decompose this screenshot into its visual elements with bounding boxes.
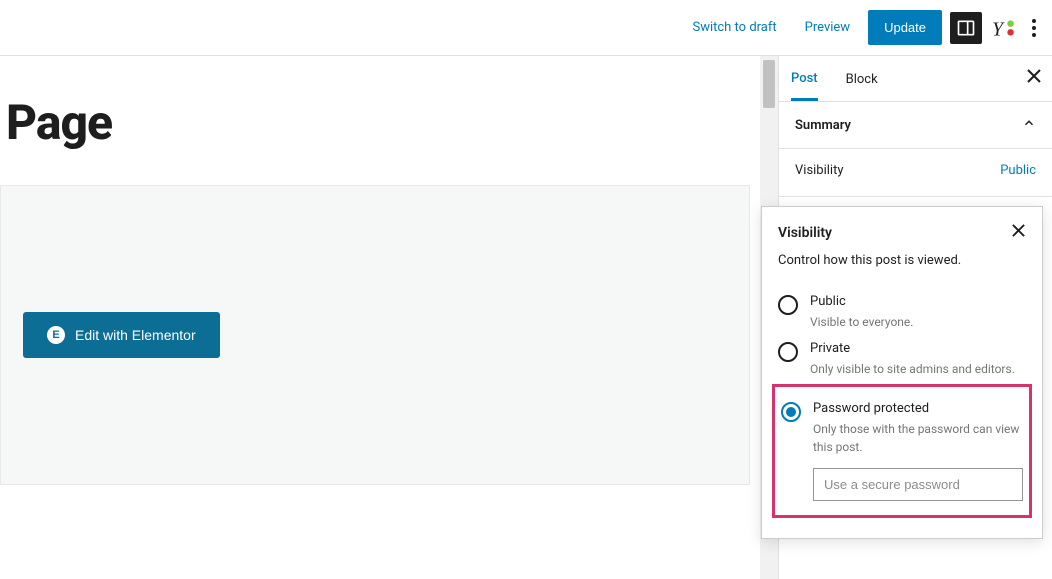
elementor-button-label: Edit with Elementor: [75, 327, 196, 343]
scrollbar-thumb[interactable]: [763, 60, 775, 108]
visibility-row-label: Visibility: [795, 163, 844, 178]
chevron-up-icon: [1022, 116, 1036, 134]
svg-text:Y: Y: [992, 19, 1005, 40]
preview-link[interactable]: Preview: [795, 14, 860, 41]
popover-title: Visibility: [778, 225, 832, 241]
close-sidebar-icon[interactable]: [1026, 68, 1042, 89]
visibility-option-public[interactable]: Public Visible to everyone.: [778, 284, 1026, 331]
visibility-option-private[interactable]: Private Only visible to site admins and …: [778, 331, 1026, 378]
visibility-option-password[interactable]: Password protected Only those with the p…: [781, 391, 1023, 456]
radio-public-desc: Visible to everyone.: [810, 313, 1026, 331]
popover-description: Control how this post is viewed.: [778, 253, 1026, 268]
radio-private[interactable]: [778, 342, 798, 362]
radio-password-label: Password protected: [813, 401, 1023, 416]
update-button[interactable]: Update: [868, 10, 942, 45]
radio-public[interactable]: [778, 295, 798, 315]
settings-sidebar: Post Block Summary Visibility Public Vis…: [778, 56, 1052, 579]
sidebar-tabs: Post Block: [779, 56, 1052, 102]
edit-with-elementor-button[interactable]: E Edit with Elementor: [23, 312, 220, 358]
more-options-icon[interactable]: [1024, 13, 1044, 43]
switch-to-draft-link[interactable]: Switch to draft: [682, 14, 786, 41]
summary-panel-header[interactable]: Summary: [779, 102, 1052, 149]
elementor-icon: E: [47, 326, 65, 344]
radio-private-label: Private: [810, 341, 1026, 356]
page-title[interactable]: Page: [6, 94, 760, 151]
visibility-row-value[interactable]: Public: [1000, 163, 1036, 178]
radio-private-desc: Only visible to site admins and editors.: [810, 360, 1026, 378]
password-option-highlight: Password protected Only those with the p…: [772, 384, 1032, 518]
summary-label: Summary: [795, 118, 851, 133]
radio-password[interactable]: [781, 402, 801, 422]
settings-sidebar-toggle-icon[interactable]: [950, 12, 982, 44]
radio-public-label: Public: [810, 294, 1026, 309]
radio-password-desc: Only those with the password can view th…: [813, 420, 1023, 456]
tab-block[interactable]: Block: [846, 58, 878, 99]
content-canvas[interactable]: E Edit with Elementor: [0, 185, 750, 485]
password-input[interactable]: [813, 468, 1023, 501]
editor-canvas-area: Page E Edit with Elementor: [0, 56, 760, 579]
top-toolbar: Switch to draft Preview Update Y: [0, 0, 1052, 56]
popover-close-icon[interactable]: [1011, 223, 1026, 243]
visibility-row[interactable]: Visibility Public: [779, 149, 1052, 197]
visibility-popover: Visibility Control how this post is view…: [761, 206, 1043, 539]
yoast-seo-icon[interactable]: Y: [990, 15, 1016, 41]
tab-post[interactable]: Post: [791, 57, 818, 101]
